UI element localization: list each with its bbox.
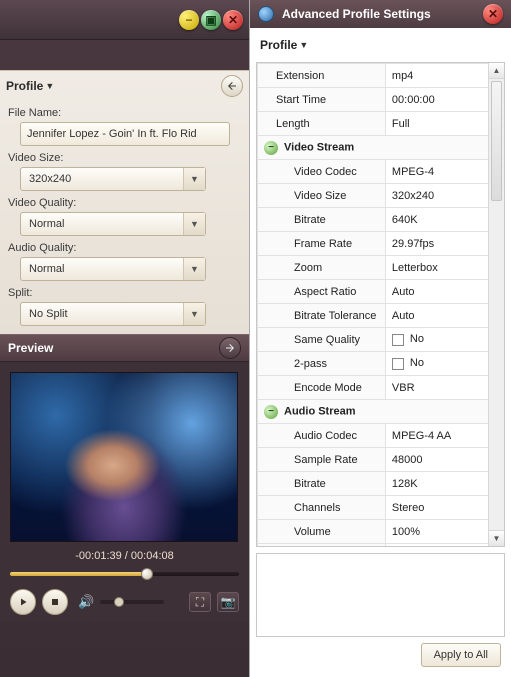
preview-header-label: Preview [8,341,53,355]
table-row[interactable]: Audio CodecMPEG-4 AA [258,424,504,448]
play-icon [17,596,29,608]
play-button[interactable] [10,589,36,615]
video-frame[interactable] [10,372,238,542]
table-row[interactable]: Sample Rate48000 [258,448,504,472]
advanced-close-button[interactable]: ✕ [483,4,503,24]
volume-icon[interactable]: 🔊 [78,594,94,610]
profile-panel: Profile ▼ File Name: Video Size: 320x240… [0,70,249,334]
seek-bar[interactable] [0,566,249,582]
scroll-thumb[interactable] [491,81,502,201]
minimize-button[interactable]: − [179,10,199,30]
settings-icon [258,6,274,22]
video-quality-value: Normal [21,213,183,235]
checkbox-icon[interactable] [392,358,404,370]
table-row[interactable]: Frame Rate29.97fps [258,232,504,256]
time-display: -00:01:39 / 00:04:08 [0,542,249,566]
table-row[interactable]: Video CodecMPEG-4 [258,160,504,184]
split-value: No Split [21,303,183,325]
snapshot-button[interactable]: 📷 [217,592,239,612]
table-row[interactable]: 2-passNo [258,352,504,376]
playback-controls: 🔊 ⛶ 📷 [0,582,249,622]
advanced-title-bar: Advanced Profile Settings ✕ [250,0,511,28]
video-quality-combo[interactable]: Normal ▼ [20,212,206,236]
collapse-icon[interactable]: − [264,405,278,419]
table-row[interactable]: ZoomLetterbox [258,256,504,280]
table-row[interactable]: Video Size320x240 [258,184,504,208]
table-row[interactable]: Extensionmp4 [258,64,504,88]
table-row[interactable]: LengthFull [258,112,504,136]
file-name-input[interactable] [20,122,230,146]
maximize-button[interactable]: ▣ [201,10,221,30]
video-quality-label: Video Quality: [8,197,243,209]
stop-icon [49,596,61,608]
fullscreen-button[interactable]: ⛶ [189,592,211,612]
profile-sub-header[interactable]: Profile ▼ [250,28,511,62]
dropdown-icon: ▼ [299,40,308,50]
audio-quality-label: Audio Quality: [8,242,243,254]
chevron-down-icon: ▼ [183,168,205,190]
profile-header-label: Profile [6,79,43,93]
audio-stream-section[interactable]: −Audio Stream [258,400,504,424]
close-button[interactable]: ✕ [223,10,243,30]
property-grid: Extensionmp4 Start Time00:00:00 LengthFu… [256,62,505,547]
audio-quality-combo[interactable]: Normal ▼ [20,257,206,281]
seek-thumb[interactable] [141,568,153,580]
advanced-title: Advanced Profile Settings [282,7,431,21]
chevron-down-icon: ▼ [183,303,205,325]
stop-button[interactable] [42,589,68,615]
checkbox-icon[interactable] [392,334,404,346]
table-row[interactable]: Bitrate ToleranceAuto [258,304,504,328]
table-row[interactable]: Encode ModeVBR [258,376,504,400]
volume-thumb[interactable] [114,597,124,607]
scroll-down-icon[interactable]: ▼ [489,530,504,546]
split-label: Split: [8,287,243,299]
collapse-icon[interactable]: − [264,141,278,155]
arrow-right-icon [224,342,236,354]
video-size-value: 320x240 [21,168,183,190]
video-thumbnail [11,373,237,541]
table-row[interactable]: Aspect RatioAuto [258,280,504,304]
table-row[interactable]: Bitrate640K [258,208,504,232]
video-area [0,362,249,542]
description-box [256,553,505,637]
chevron-down-icon: ▼ [183,213,205,235]
scroll-up-icon[interactable]: ▲ [489,63,504,79]
arrow-left-icon [226,80,238,92]
table-row[interactable]: Volume100% [258,520,504,544]
split-combo[interactable]: No Split ▼ [20,302,206,326]
chevron-down-icon: ▼ [183,258,205,280]
scrollbar[interactable]: ▲ ▼ [488,63,504,546]
preview-header: Preview [0,334,249,362]
audio-quality-value: Normal [21,258,183,280]
video-size-combo[interactable]: 320x240 ▼ [20,167,206,191]
file-name-label: File Name: [8,107,243,119]
back-button[interactable] [221,75,243,97]
apply-to-all-button[interactable]: Apply to All [421,643,501,667]
volume-slider[interactable] [100,600,164,604]
table-row[interactable]: Disable AudioNo [258,544,504,547]
profile-sub-label: Profile [260,38,297,52]
table-row[interactable]: Start Time00:00:00 [258,88,504,112]
video-stream-section[interactable]: −Video Stream [258,136,504,160]
table-row[interactable]: Same QualityNo [258,328,504,352]
window-controls: − ▣ ✕ [0,0,249,40]
video-size-label: Video Size: [8,152,243,164]
dropdown-icon: ▼ [45,81,54,91]
profile-header[interactable]: Profile ▼ [6,79,54,93]
table-row[interactable]: ChannelsStereo [258,496,504,520]
table-row[interactable]: Bitrate128K [258,472,504,496]
expand-preview-button[interactable] [219,337,241,359]
